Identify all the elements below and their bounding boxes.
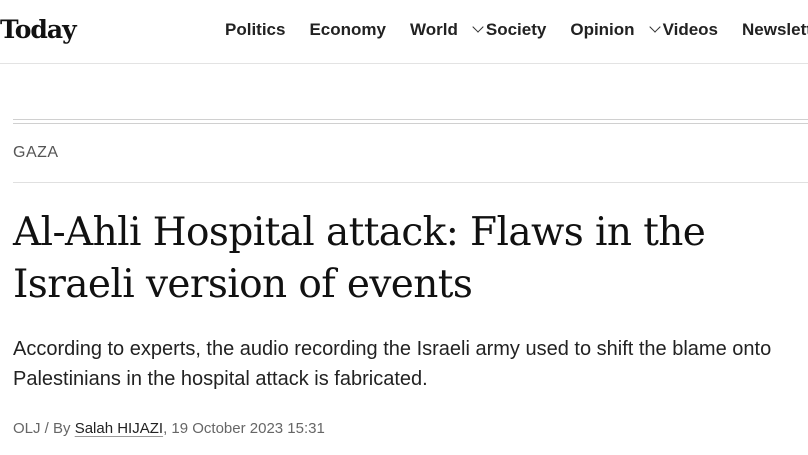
headline-line: Al-Ahli Hospital attack: Flaws in the bbox=[13, 210, 706, 255]
nav-item-newsletters[interactable]: Newsletters bbox=[742, 18, 808, 42]
nav-item-videos[interactable]: Videos bbox=[663, 18, 718, 42]
summary-line: According to experts, the audio recordin… bbox=[13, 338, 772, 360]
nav-item-economy[interactable]: Economy bbox=[309, 18, 386, 42]
nav-item-opinion[interactable]: Opinion bbox=[570, 18, 634, 42]
divider bbox=[13, 182, 808, 183]
publish-date: , 19 October 2023 15:31 bbox=[163, 420, 325, 437]
top-navigation-bar: Today Politics Economy World Society Opi… bbox=[0, 0, 808, 64]
chevron-down-icon[interactable] bbox=[472, 21, 484, 33]
headline-line: Israeli version of events bbox=[13, 262, 473, 307]
site-logo[interactable]: Today bbox=[0, 12, 77, 48]
article-headline: Al-Ahli Hospital attack: Flaws in the Is… bbox=[13, 207, 808, 311]
nav-item-politics[interactable]: Politics bbox=[225, 18, 285, 42]
nav-item-world[interactable]: World bbox=[410, 18, 458, 42]
byline-prefix: OLJ / By bbox=[13, 420, 75, 437]
chevron-down-icon[interactable] bbox=[648, 21, 661, 33]
author-link[interactable]: Salah HIJAZI bbox=[75, 420, 163, 437]
nav-item-society[interactable]: Society bbox=[486, 18, 546, 42]
divider bbox=[13, 119, 808, 120]
section-label[interactable]: GAZA bbox=[13, 143, 59, 163]
article-summary: According to experts, the audio recordin… bbox=[13, 334, 808, 394]
summary-line: Palestinians in the hospital attack is f… bbox=[13, 368, 428, 390]
divider bbox=[13, 123, 808, 124]
byline: OLJ / By Salah HIJAZI, 19 October 2023 1… bbox=[13, 419, 325, 439]
main-nav: Politics Economy World Society Opinion V… bbox=[225, 18, 808, 42]
